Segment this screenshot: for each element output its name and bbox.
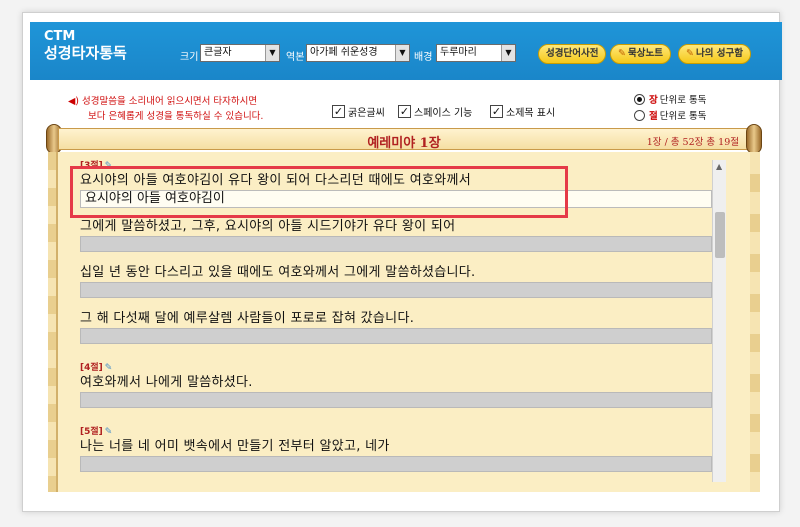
radio-chapter-highlight: 장 [649,95,658,106]
background-select-value: 두루마리 [440,47,477,58]
chevron-down-icon: ▼ [265,45,279,61]
typing-input[interactable] [80,236,712,252]
radio-verse-highlight: 절 [649,111,658,122]
bible-dictionary-label: 성경단어사전 [546,48,599,59]
header-bar: CTM 성경타자통독 크기 큰글자 ▼ 역본 아가페 쉬운성경 ▼ 배경 두루마… [30,22,782,80]
reading-notice: ◀) 성경말씀을 소리내어 읽으시면서 타자하시면 보다 은혜롭게 성경을 통독하… [68,94,263,124]
note-icon[interactable]: ✎ [105,363,113,373]
title-strip: 예레미야 1장 1장 / 총 52장 총 19절 [58,128,750,151]
radio-chapter-unit[interactable]: 장 단위로 통독 [634,92,706,106]
version-select[interactable]: 아가페 쉬운성경 ▼ [306,44,410,62]
highlight-box [70,166,568,218]
radio-verse-label: 단위로 통독 [659,111,707,122]
size-select[interactable]: 큰글자 ▼ [200,44,280,62]
subtitle-checkbox-label: 소제목 표시 [506,108,556,119]
space-checkbox-label: 스페이스 기능 [414,108,473,119]
chapter-title: 예레미야 1장 [367,136,441,151]
pencil-icon: ✎ [686,48,694,59]
logo-line1: CTM [44,29,76,44]
verse-line: 여호와께서 나에게 말씀하셨다. [80,375,253,390]
bible-dictionary-button[interactable]: 성경단어사전 [538,44,607,64]
version-label: 역본 [286,52,305,63]
my-verses-button[interactable]: ✎ 나의 성구함 [678,44,751,64]
space-checkbox[interactable]: ✓ 스페이스 기능 [398,104,472,119]
checkmark-icon: ✓ [490,105,503,118]
radio-selected-icon [634,93,645,105]
chevron-down-icon: ▼ [395,45,409,61]
verse-line: 그에게 말씀하셨고, 그후, 요시야의 아들 시드기야가 유다 왕이 되어 [80,219,456,234]
verse-line: 그 해 다섯째 달에 예루살렘 사람들이 포로로 잡혀 갔습니다. [80,311,415,326]
size-select-value: 큰글자 [204,47,232,58]
notice-line1: 성경말씀을 소리내어 읽으시면서 타자하시면 [82,96,258,107]
subtitle-checkbox[interactable]: ✓ 소제목 표시 [490,104,555,119]
vertical-scrollbar[interactable]: ▲ [712,160,726,482]
my-verses-label: 나의 성구함 [695,48,743,59]
bold-checkbox[interactable]: ✓ 굵은글씨 [332,104,385,119]
chevron-down-icon: ▼ [501,45,515,61]
radio-chapter-label: 단위로 통독 [659,95,707,106]
bold-checkbox-label: 굵은글씨 [348,108,385,119]
background-select[interactable]: 두루마리 ▼ [436,44,516,62]
note-icon[interactable]: ✎ [105,427,113,437]
verse-number-label: [4절] [80,363,103,373]
verse-line: 십일 년 동안 다스리고 있을 때에도 여호와께서 그에게 말씀하셨습니다. [80,265,476,280]
verse-number-label: [5절] [80,427,103,437]
pencil-icon: ✎ [618,48,626,59]
speaker-icon: ◀) [68,96,80,107]
logo-line2: 성경타자통독 [44,43,127,62]
chevron-up-icon[interactable]: ▲ [716,162,722,171]
parchment-edge-right [750,152,760,492]
verse-line: 나는 너를 네 어미 뱃속에서 만들기 전부터 알았고, 네가 [80,439,390,454]
checkmark-icon: ✓ [398,105,411,118]
size-label: 크기 [180,52,199,63]
meditation-note-button[interactable]: ✎ 묵상노트 [610,44,671,64]
version-select-value: 아가페 쉬운성경 [310,47,378,58]
scrollbar-thumb[interactable] [715,212,725,258]
meditation-note-label: 묵상노트 [627,48,663,59]
typing-input[interactable] [80,456,712,472]
scroll-roll-right [746,124,762,154]
scroll-header: 예레미야 1장 1장 / 총 52장 총 19절 [46,124,762,154]
checkmark-icon: ✓ [332,105,345,118]
background-label: 배경 [414,52,433,63]
verse-number: [5절] ✎ [80,426,712,438]
app-logo: CTM 성경타자통독 [44,29,127,62]
chapter-info: 1장 / 총 52장 총 19절 [646,137,739,148]
radio-unselected-icon [634,109,645,121]
typing-input[interactable] [80,392,712,408]
radio-verse-unit[interactable]: 절 단위로 통독 [634,108,706,122]
notice-line2: 보다 은혜롭게 성경을 통독하실 수 있습니다. [88,111,264,122]
typing-input[interactable] [80,328,712,344]
verse-number: [4절] ✎ [80,362,712,374]
typing-input[interactable] [80,282,712,298]
